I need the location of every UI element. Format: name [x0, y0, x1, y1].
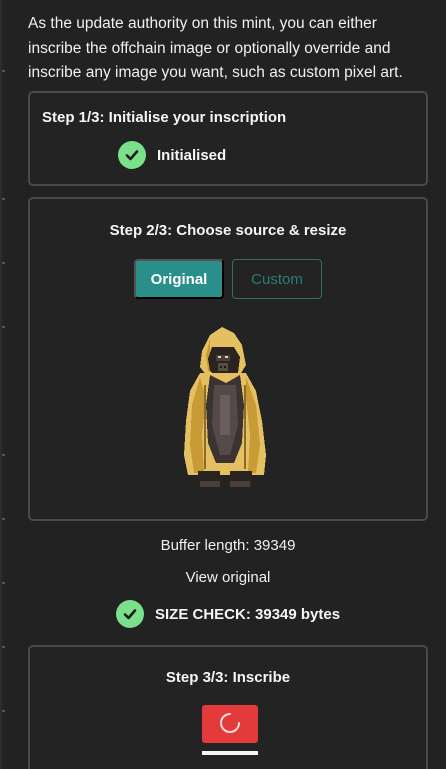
- inscribe-focus-underline: [202, 751, 258, 755]
- step3-card: Step 3/3: Inscribe: [28, 645, 428, 769]
- inscribe-button[interactable]: [202, 705, 258, 743]
- step1-status: Initialised: [118, 141, 226, 169]
- intro-text: As the update authority on this mint, yo…: [28, 15, 403, 81]
- step3-title: Step 3/3: Inscribe: [165, 669, 291, 686]
- custom-source-button[interactable]: Custom: [232, 259, 322, 299]
- step1-title: Step 1/3: Initialise your inscription: [42, 109, 287, 126]
- size-check-status: SIZE CHECK: 39349 bytes: [116, 600, 340, 628]
- step2-card: Step 2/3: Choose source & resize Origina…: [28, 197, 428, 521]
- step2-title: Step 2/3: Choose source & resize: [109, 222, 347, 239]
- step1-card: Step 1/3: Initialise your inscription In…: [28, 91, 428, 186]
- inscription-panel: As the update authority on this mint, yo…: [0, 0, 446, 769]
- size-check-label: SIZE CHECK: 39349 bytes: [155, 605, 341, 623]
- check-circle-icon: [118, 141, 146, 169]
- buffer-length-text: Buffer length: 39349: [160, 537, 296, 554]
- original-source-button[interactable]: Original: [134, 259, 224, 299]
- check-circle-icon: [116, 600, 144, 628]
- step1-status-label: Initialised: [157, 146, 227, 164]
- view-original-link[interactable]: View original: [28, 569, 428, 586]
- loading-spinner-icon: [218, 711, 242, 738]
- preview-image: [180, 325, 270, 495]
- left-edge-ticks: [2, 0, 5, 769]
